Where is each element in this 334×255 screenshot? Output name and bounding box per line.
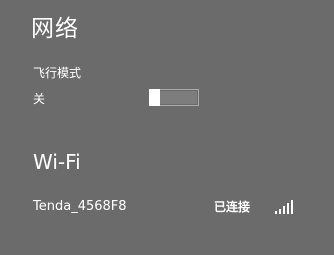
- wifi-network-item[interactable]: Tenda_4568F8 已连接: [0, 194, 334, 220]
- toggle-thumb[interactable]: [149, 89, 160, 106]
- airplane-mode-toggle[interactable]: [149, 89, 199, 106]
- network-status: 已连接: [214, 200, 251, 214]
- airplane-mode-state: 关: [33, 92, 46, 106]
- wifi-signal-icon: [275, 200, 293, 214]
- page-title: 网络: [31, 16, 79, 42]
- network-settings-panel: 网络 飞行模式 关 Wi-Fi Tenda_4568F8 已连接: [0, 0, 334, 255]
- wifi-heading: Wi-Fi: [33, 150, 81, 174]
- airplane-mode-label: 飞行模式: [33, 66, 82, 80]
- network-name: Tenda_4568F8: [33, 199, 127, 214]
- toggle-track: [160, 91, 197, 104]
